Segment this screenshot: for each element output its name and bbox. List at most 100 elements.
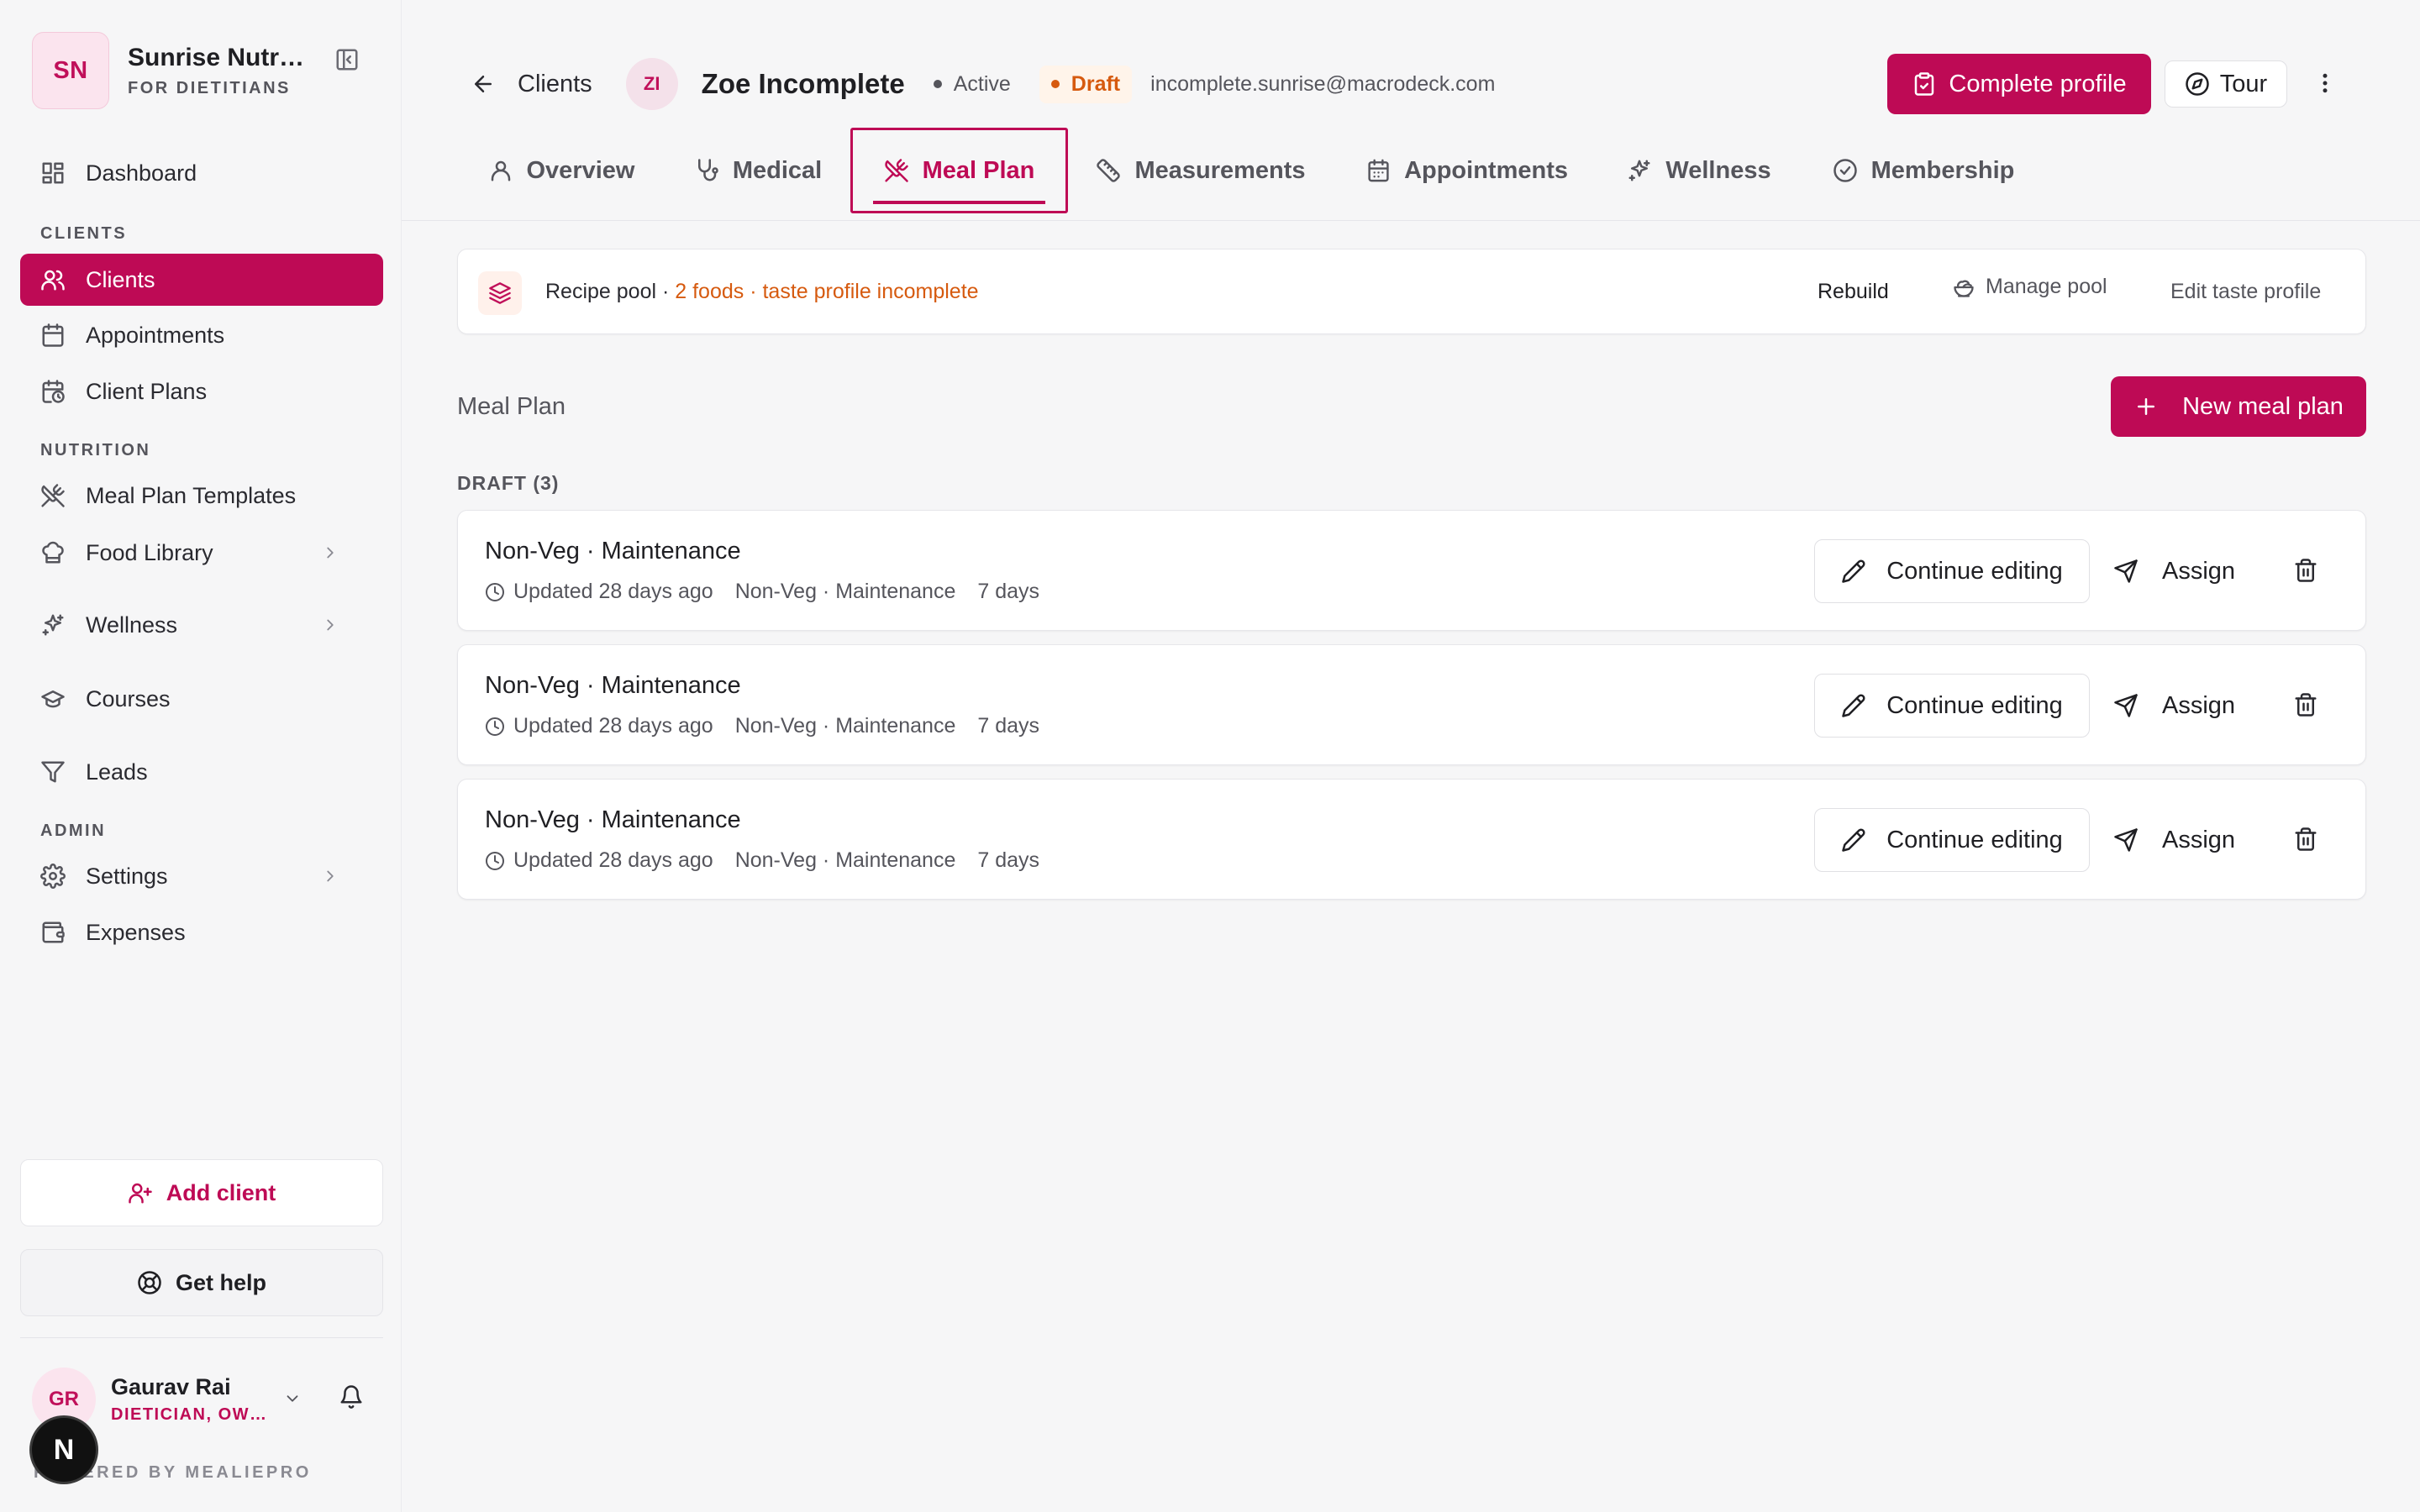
- sidebar: SN Sunrise Nutrition FOR DIETITIANS Dash…: [0, 0, 402, 1512]
- meal-plan-title: Meal Plan: [457, 393, 566, 420]
- plan-meta: Updated 28 days ago Non-Veg · Maintenanc…: [485, 714, 1039, 738]
- clock-icon: [486, 851, 504, 870]
- calendar-icon: [1368, 159, 1389, 182]
- tab-medical[interactable]: Medical: [684, 128, 832, 213]
- wallet-icon: [42, 921, 65, 943]
- send-icon: [2114, 694, 2138, 717]
- bell-icon[interactable]: [339, 1384, 364, 1410]
- sidebar-item-label: Settings: [86, 863, 168, 889]
- user-name: Gaurav Rai: [111, 1374, 231, 1399]
- utensils-crossed-icon: [884, 159, 908, 182]
- continue-editing-button[interactable]: Continue editing: [1814, 674, 2090, 738]
- stethoscope-icon: [697, 159, 718, 181]
- tabs-divider: [402, 220, 2420, 221]
- chevron-down-icon[interactable]: [283, 1389, 302, 1408]
- get-help-button[interactable]: Get help: [20, 1249, 383, 1316]
- utensils-crossed-icon: [41, 484, 65, 507]
- trash-icon[interactable]: [2293, 558, 2318, 583]
- complete-profile-button[interactable]: Complete profile: [1887, 54, 2151, 114]
- assign-button[interactable]: Assign: [2113, 808, 2235, 872]
- calendar-clock-icon: [42, 380, 65, 403]
- chevron-right-icon: [327, 870, 334, 882]
- ruler-icon: [1097, 159, 1121, 182]
- more-vertical-icon[interactable]: [2312, 71, 2338, 96]
- sidebar-item-label: Food Library: [86, 539, 213, 565]
- sidebar-item-dashboard[interactable]: Dashboard: [20, 147, 383, 199]
- new-meal-plan-button[interactable]: New meal plan: [2111, 376, 2366, 437]
- sidebar-item-clients[interactable]: Clients: [20, 254, 383, 306]
- brand-subtitle: FOR DIETITIANS: [128, 78, 291, 97]
- calendar-icon: [42, 323, 64, 347]
- assign-button[interactable]: Assign: [2113, 539, 2235, 603]
- trash-icon[interactable]: [2293, 692, 2318, 717]
- graduation-cap-icon: [41, 690, 65, 708]
- meal-plan-card[interactable]: Non-Veg · Maintenance Updated 28 days ag…: [457, 644, 2366, 765]
- plan-name: Non-Veg · Maintenance: [485, 672, 741, 699]
- user-role: DIETICIAN, OWNER: [111, 1405, 271, 1424]
- client-email: incomplete.sunrise@macrodeck.com: [1150, 71, 1496, 96]
- edit-taste-profile-button[interactable]: Edit taste profile: [2170, 280, 2321, 304]
- brand[interactable]: SN Sunrise Nutrition FOR DIETITIANS: [32, 32, 308, 109]
- recipe-pool-summary: Recipe pool · 2 foods · taste profile in…: [545, 280, 979, 303]
- sidebar-item-label: Courses: [86, 685, 171, 711]
- tour-button[interactable]: Tour: [2165, 60, 2287, 108]
- tab-overview[interactable]: Overview: [479, 128, 644, 213]
- trash-icon[interactable]: [2293, 827, 2318, 852]
- user-plus-icon: [128, 1183, 152, 1204]
- plus-icon: [2138, 398, 2155, 415]
- badge-check-icon: [1833, 159, 1857, 182]
- client-header: Clients ZI Zoe Incomplete Active Draft i…: [471, 58, 1496, 110]
- brand-avatar: SN: [32, 32, 109, 109]
- continue-editing-button[interactable]: Continue editing: [1814, 539, 2090, 603]
- tab-appointments[interactable]: Appointments: [1366, 128, 1568, 213]
- plan-name: Non-Veg · Maintenance: [485, 806, 741, 833]
- assign-button[interactable]: Assign: [2113, 674, 2235, 738]
- sidebar-item-leads[interactable]: Leads: [20, 746, 383, 798]
- sidebar-item-meal-plan-templates[interactable]: Meal Plan Templates: [20, 470, 383, 522]
- client-avatar: ZI: [625, 58, 678, 110]
- funnel-icon: [41, 761, 65, 783]
- continue-editing-button[interactable]: Continue editing: [1814, 808, 2090, 872]
- nav-section-admin: ADMIN: [40, 822, 107, 840]
- meal-plan-card[interactable]: Non-Veg · Maintenance Updated 28 days ag…: [457, 779, 2366, 900]
- users-icon: [41, 270, 65, 291]
- sidebar-item-appointments[interactable]: Appointments: [20, 309, 383, 361]
- next-dev-badge[interactable]: N: [32, 1418, 96, 1482]
- add-client-button[interactable]: Add client: [20, 1159, 383, 1226]
- rebuild-button[interactable]: Rebuild: [1818, 280, 1889, 304]
- arrow-left-icon[interactable]: [471, 71, 496, 97]
- sidebar-item-label: Expenses: [86, 919, 186, 945]
- pencil-icon: [1842, 694, 1865, 717]
- sidebar-item-label: Clients: [86, 266, 155, 292]
- tab-membership[interactable]: Membership: [1830, 128, 2017, 213]
- sidebar-item-client-plans[interactable]: Client Plans: [20, 365, 383, 417]
- salad-icon: [1954, 280, 1974, 297]
- recipe-pool-bar: Recipe pool · 2 foods · taste profile in…: [457, 249, 2366, 334]
- draft-dot: [1050, 80, 1060, 88]
- sidebar-item-courses[interactable]: Courses: [20, 673, 383, 725]
- sidebar-item-label: Dashboard: [86, 160, 197, 186]
- draft-badge: Draft: [1039, 65, 1133, 103]
- sparkles-icon: [42, 614, 64, 636]
- sidebar-item-expenses[interactable]: Expenses: [20, 906, 383, 958]
- dashboard-icon: [42, 162, 64, 184]
- user-icon: [491, 160, 510, 181]
- send-icon: [2114, 559, 2138, 583]
- tab-meal-plan[interactable]: Meal Plan: [850, 128, 1068, 213]
- clock-icon: [486, 717, 504, 736]
- sidebar-item-wellness[interactable]: Wellness: [20, 599, 383, 651]
- meal-plan-card[interactable]: Non-Veg · Maintenance Updated 28 days ag…: [457, 510, 2366, 631]
- plan-name: Non-Veg · Maintenance: [485, 538, 741, 564]
- draft-group-label: DRAFT (3): [457, 472, 560, 494]
- back-to-clients-link[interactable]: Clients: [518, 71, 592, 98]
- sidebar-item-label: Client Plans: [86, 378, 208, 404]
- tab-wellness[interactable]: Wellness: [1625, 128, 1773, 213]
- collapse-sidebar-icon[interactable]: [334, 47, 360, 72]
- sparkles-icon: [1628, 160, 1650, 181]
- clipboard-check-icon: [1915, 72, 1934, 96]
- manage-pool-button[interactable]: Manage pool: [1952, 275, 2107, 299]
- tab-measurements[interactable]: Measurements: [1094, 128, 1307, 213]
- chef-hat-icon: [42, 541, 64, 564]
- sidebar-item-settings[interactable]: Settings: [20, 850, 383, 902]
- sidebar-item-food-library[interactable]: Food Library: [20, 527, 383, 579]
